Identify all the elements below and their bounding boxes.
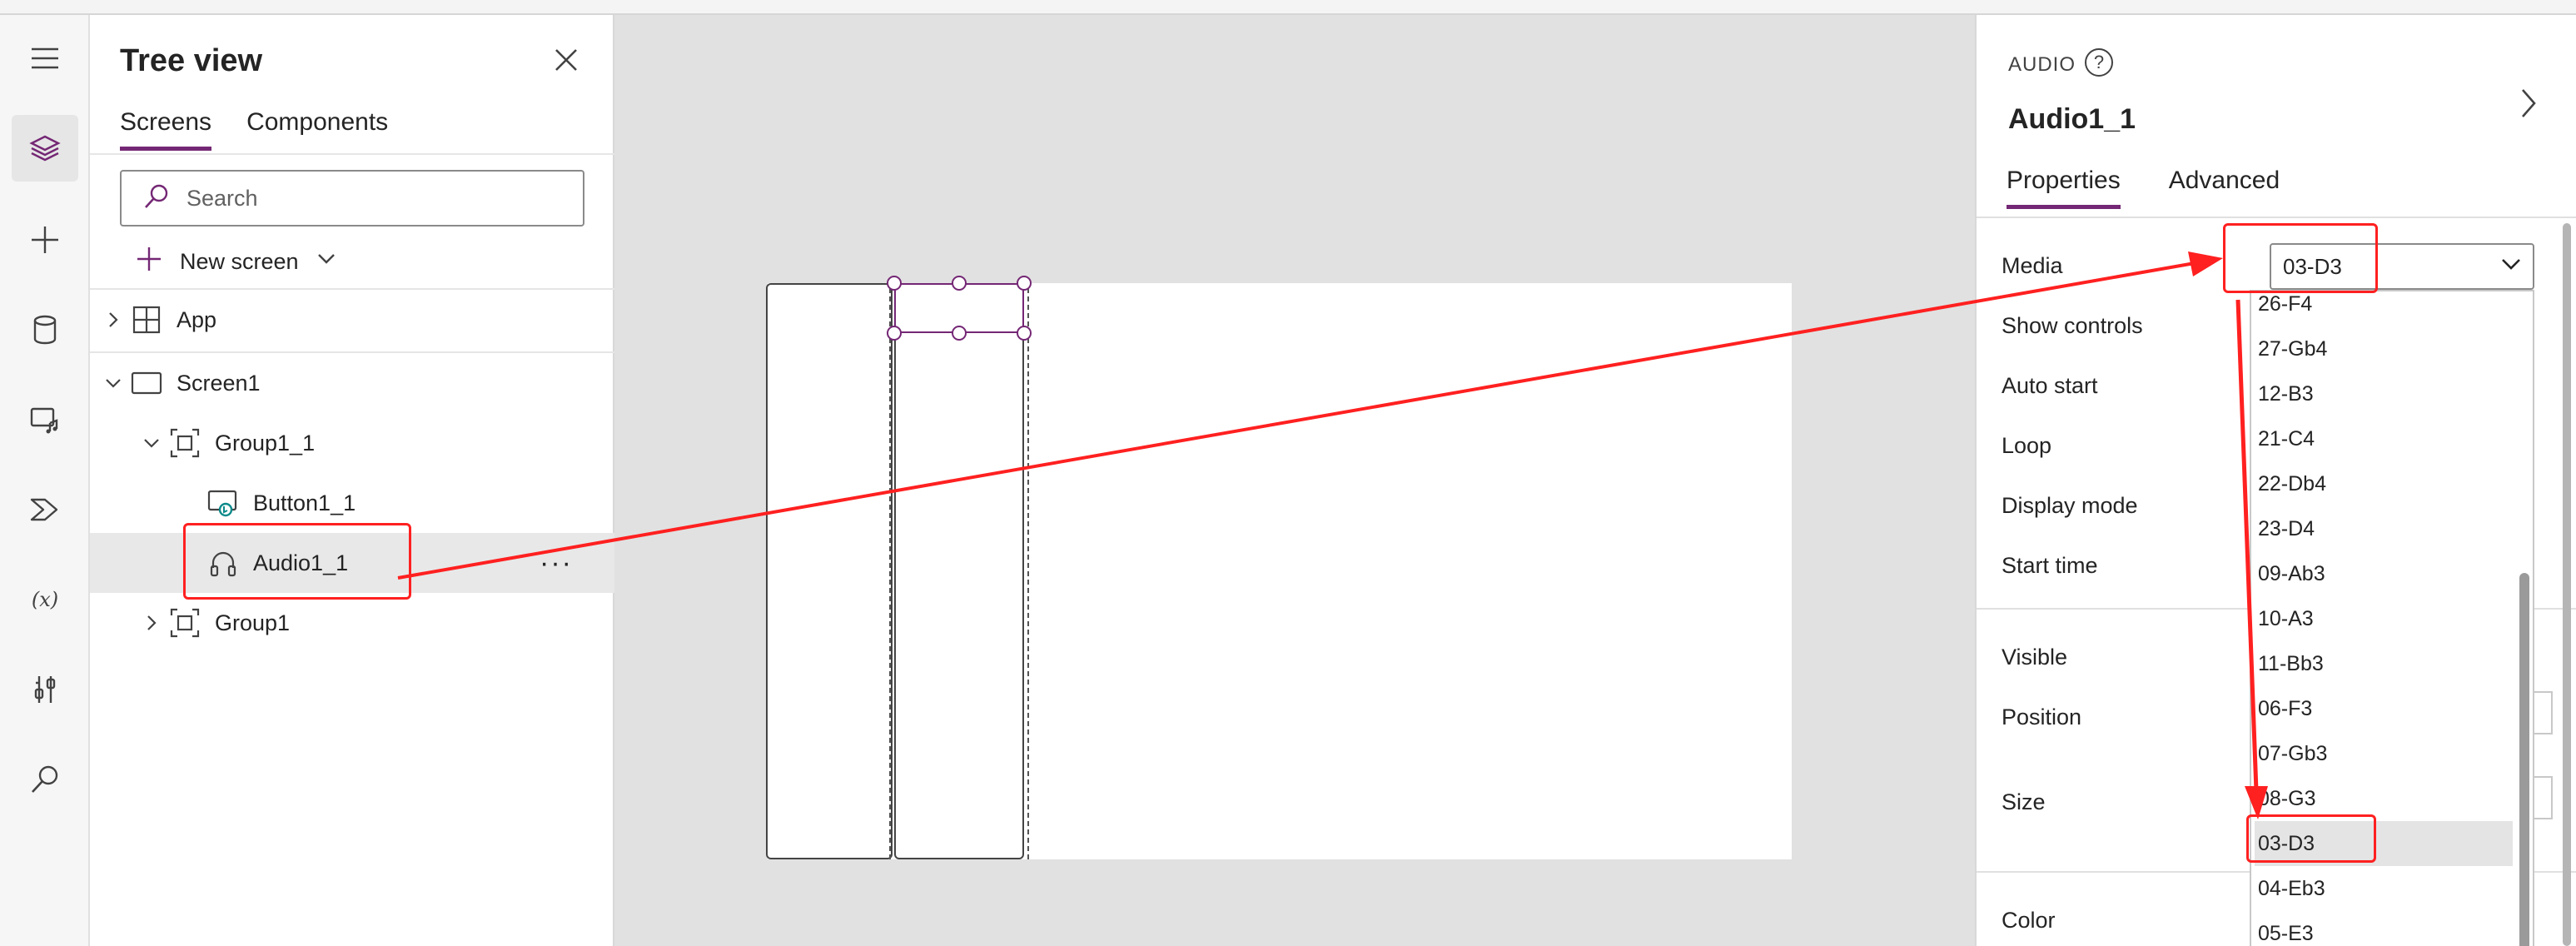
button-icon <box>205 485 241 521</box>
svg-text:(x): (x) <box>32 588 58 611</box>
visible-label: Visible <box>2002 645 2068 670</box>
tab-screens[interactable]: Screens <box>120 108 212 151</box>
chevron-right-icon[interactable] <box>98 310 128 330</box>
tab-components[interactable]: Components <box>246 108 388 151</box>
tree-view-title: Tree view <box>120 43 263 78</box>
chevron-down-icon[interactable] <box>98 375 128 391</box>
media-option[interactable]: 21-C4 <box>2255 416 2513 461</box>
tree-node-label: Screen1 <box>177 370 261 396</box>
selection-guide <box>1027 288 1029 859</box>
tree-node-app[interactable]: App <box>90 290 614 350</box>
new-screen-button[interactable]: New screen <box>135 245 337 279</box>
control-type-label: AUDIO <box>2008 53 2076 76</box>
tree-node-label: App <box>177 306 217 332</box>
chevron-right-icon[interactable] <box>137 613 167 633</box>
annotation-box-selected-option <box>2246 814 2376 863</box>
divider <box>90 153 614 155</box>
media-label: Media <box>2002 253 2063 278</box>
auto-start-label: Auto start <box>2002 373 2098 398</box>
tab-properties[interactable]: Properties <box>2007 167 2121 209</box>
tree-view-panel: Tree view Screens Components New screen … <box>90 15 614 946</box>
color-label: Color <box>2002 908 2056 933</box>
display-mode-label: Display mode <box>2002 493 2138 518</box>
tools-icon[interactable] <box>12 656 78 723</box>
divider <box>1977 217 2576 218</box>
media-option[interactable]: 07-Gb3 <box>2255 731 2513 776</box>
resize-handle[interactable] <box>887 276 902 291</box>
screen-icon <box>128 365 165 401</box>
resize-handle[interactable] <box>952 276 967 291</box>
database-icon[interactable] <box>12 296 78 363</box>
show-controls-label: Show controls <box>2002 313 2143 338</box>
resize-handle[interactable] <box>1017 326 1032 341</box>
selection-guide <box>889 288 891 859</box>
resize-handle[interactable] <box>952 326 967 341</box>
top-bar <box>0 0 2576 15</box>
position-label: Position <box>2002 705 2082 729</box>
tree-node-group1[interactable]: Group1 <box>90 593 614 653</box>
variables-icon[interactable]: (x) <box>12 566 78 633</box>
canvas-control-right[interactable] <box>894 283 1024 859</box>
search-input[interactable] <box>186 185 553 212</box>
chevron-down-icon <box>2499 254 2523 280</box>
start-time-label: Start time <box>2002 553 2098 578</box>
resize-handle[interactable] <box>887 326 902 341</box>
annotation-box-audio-node <box>183 523 411 600</box>
search-box[interactable] <box>120 170 584 227</box>
loop-label: Loop <box>2002 433 2052 458</box>
group-icon <box>167 425 203 461</box>
media-option[interactable]: 12-B3 <box>2255 371 2513 416</box>
plus-icon <box>135 245 163 279</box>
panel-scrollbar[interactable] <box>2563 223 2571 946</box>
media-option[interactable]: 22-Db4 <box>2255 461 2513 506</box>
media-option[interactable]: 23-D4 <box>2255 506 2513 551</box>
chevron-down-icon <box>316 248 337 276</box>
size-label: Size <box>2002 789 2046 814</box>
control-name[interactable]: Audio1_1 <box>2008 103 2136 136</box>
media-option[interactable]: 04-Eb3 <box>2255 866 2513 911</box>
media-option[interactable]: 27-Gb4 <box>2255 326 2513 371</box>
resize-handle[interactable] <box>1017 276 1032 291</box>
layers-icon[interactable] <box>12 115 78 182</box>
tree-node-group1-1[interactable]: Group1_1 <box>90 413 614 473</box>
media-option[interactable]: 09-Ab3 <box>2255 551 2513 596</box>
tree-tabs: Screens Components <box>120 108 388 151</box>
tree-node-screen1[interactable]: Screen1 <box>90 353 614 413</box>
more-options-button[interactable]: ··· <box>540 547 573 580</box>
tree-node-label: Button1_1 <box>253 490 356 515</box>
media-option[interactable]: 10-A3 <box>2255 596 2513 641</box>
media-option[interactable]: 05-E3 <box>2255 911 2513 946</box>
tree-node-label: Group1 <box>215 610 291 635</box>
search-icon[interactable] <box>12 746 78 813</box>
position-field[interactable] <box>2534 691 2553 734</box>
hamburger-icon[interactable] <box>12 25 78 92</box>
app-icon <box>128 301 165 338</box>
media-icon[interactable] <box>12 386 78 453</box>
tab-advanced[interactable]: Advanced <box>2169 167 2280 209</box>
media-option[interactable]: 06-F3 <box>2255 686 2513 731</box>
dropdown-scrollbar[interactable] <box>2519 573 2529 946</box>
group-icon <box>167 605 203 641</box>
chevron-down-icon[interactable] <box>137 435 167 451</box>
properties-panel: AUDIO ? Audio1_1 Properties Advanced Med… <box>1975 15 2576 946</box>
annotation-box-media-value <box>2223 223 2378 293</box>
chevron-right-icon[interactable] <box>2518 83 2541 127</box>
help-icon[interactable]: ? <box>2085 48 2113 77</box>
media-option[interactable]: 11-Bb3 <box>2255 641 2513 686</box>
size-field[interactable] <box>2534 776 2553 819</box>
new-screen-label: New screen <box>180 249 299 274</box>
left-rail: (x) <box>0 15 90 946</box>
close-icon[interactable] <box>546 40 586 80</box>
plus-icon[interactable] <box>12 207 78 273</box>
power-automate-icon[interactable] <box>12 476 78 543</box>
media-option[interactable]: 26-F4 <box>2255 291 2513 326</box>
canvas-control-left[interactable] <box>766 283 893 859</box>
properties-tabs: Properties Advanced <box>2007 167 2280 209</box>
search-icon <box>142 182 172 216</box>
tree-node-label: Group1_1 <box>215 430 316 456</box>
